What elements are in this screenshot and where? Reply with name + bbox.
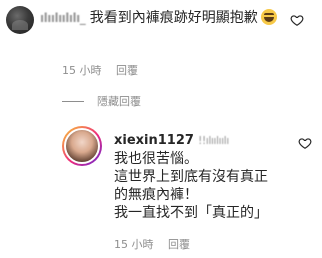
comment-text: 我看到內褲痕跡好明顯抱歉 bbox=[89, 10, 258, 26]
like-heart-icon[interactable] bbox=[298, 136, 312, 150]
reply-line: 我也很苦惱。 bbox=[114, 151, 198, 167]
avatar[interactable] bbox=[6, 6, 34, 34]
reply-time: 15 小時 bbox=[114, 238, 154, 251]
grinning-sweat-emoji-icon bbox=[260, 9, 277, 25]
avatar-photo bbox=[64, 128, 100, 164]
comment-username[interactable]: ılıılıılılı_ bbox=[40, 8, 86, 28]
hide-replies-label: 隱藏回覆 bbox=[97, 95, 141, 108]
reply-body: xiexin1127 !!ılıılıılı 我也很苦惱。 這世界上到底有沒有真正… bbox=[114, 131, 292, 222]
reply-line: 這世界上到底有沒有真正 bbox=[114, 169, 268, 185]
comment-time: 15 小時 bbox=[62, 64, 102, 77]
reply-avatar[interactable] bbox=[62, 126, 102, 166]
comment-meta: 15 小時 回覆 bbox=[62, 62, 138, 78]
reply-username[interactable]: xiexin1127 bbox=[114, 133, 194, 148]
reply-line: 我一直找不到「真正的」 bbox=[114, 205, 268, 221]
hide-replies-button[interactable]: 隱藏回覆 bbox=[62, 93, 141, 109]
reply-meta: 15 小時 回覆 bbox=[114, 236, 190, 252]
reply-button[interactable]: 回覆 bbox=[168, 238, 190, 251]
reply-button[interactable]: 回覆 bbox=[116, 64, 138, 77]
mention-username[interactable]: !!ılıılıılı bbox=[198, 132, 229, 150]
divider-line bbox=[62, 100, 84, 102]
comment-body: ılıılıılılı_ 我看到內褲痕跡好明顯抱歉 bbox=[40, 8, 285, 28]
reply-line: 的無痕內褲！ bbox=[114, 187, 198, 203]
like-heart-icon[interactable] bbox=[290, 13, 304, 27]
